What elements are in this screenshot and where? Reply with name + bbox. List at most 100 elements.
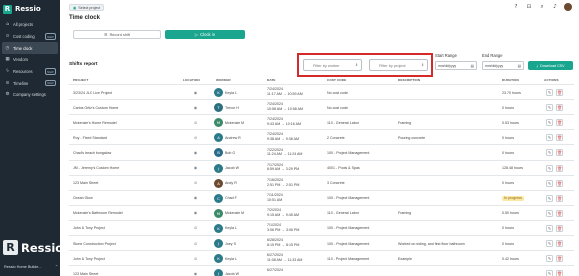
shift-date-times: 9:38 AM → 9:38 AM	[267, 137, 299, 142]
project-name: 123 Main Street	[73, 181, 99, 186]
ressio-footer-logo-icon: R	[3, 240, 18, 255]
project-select-icon: ▣	[73, 5, 77, 10]
column-header-description: DESCRIPTION	[398, 78, 421, 82]
edit-icon[interactable]: ✎	[546, 224, 553, 232]
sidebar-item-vendors[interactable]: ▦ Vendors	[2, 54, 58, 66]
shift-duration: 0 hours	[502, 150, 514, 155]
cost-code: 100 - Project Management	[327, 196, 370, 201]
bookmark-icon[interactable]: ⊡	[525, 3, 533, 11]
sidebar-item-all-projects[interactable]: ⌂ All projects	[2, 19, 58, 31]
row-actions: ✎ 🗑	[546, 134, 563, 142]
record-shift-button[interactable]: ☰ Record shift	[73, 30, 161, 39]
edit-icon[interactable]: ✎	[546, 255, 553, 263]
delete-icon[interactable]: 🗑	[556, 134, 563, 142]
location-pin-icon: ◉	[193, 104, 198, 110]
table-row[interactable]: Stone Construction Project ⊘ J Joey S 6/28/2…	[69, 235, 574, 250]
table-row[interactable]: 123 Main Street ◉ J Jacob W 6/27/2024 ✎ 🗑	[69, 265, 574, 276]
project-name: JM - Jeremy's Custom Home	[73, 166, 120, 170]
worker-name: Andy R	[225, 181, 237, 186]
row-actions: ✎ 🗑	[546, 194, 563, 202]
delete-icon[interactable]: 🗑	[556, 149, 563, 157]
sidebar-item-resources[interactable]: ϟ Resources NEW	[2, 66, 58, 78]
location-pin-icon: ◉	[193, 89, 198, 95]
worker-name: Trevor H	[225, 105, 239, 110]
table-row[interactable]: 3/23/24 JLC Live Project ◉ K Keyla L 7/24/20…	[69, 84, 574, 99]
table-row[interactable]: 123 Main Street ⊘ A Andy R 7/16/2024 2:51 PM …	[69, 174, 574, 190]
new-badge: NEW	[44, 33, 56, 40]
sidebar: R Ressio ⌂ All projects ¤ Cost coding NEW ◷ Ti…	[0, 0, 63, 276]
sidebar-item-label: Time clock	[13, 45, 33, 51]
search-icon[interactable]: ⌕	[538, 3, 546, 11]
project-name: 3/23/24 JLC Live Project	[73, 90, 113, 95]
shift-duration: 23.70 hours	[502, 90, 521, 95]
company-switcher[interactable]: Ressio Home Builde... ⌃	[4, 264, 58, 270]
delete-icon[interactable]: 🗑	[556, 104, 563, 112]
start-date-input[interactable]: mm/dd/yyyy ▤	[435, 61, 477, 70]
edit-icon[interactable]: ✎	[546, 104, 553, 112]
edit-icon[interactable]: ✎	[546, 209, 553, 217]
edit-icon[interactable]: ✎	[546, 164, 553, 172]
project-name: Carlos Ortiz's Custom Home	[73, 105, 119, 110]
edit-icon[interactable]: ✎	[546, 89, 553, 96]
edit-icon[interactable]: ✎	[546, 194, 553, 202]
table-row[interactable]: John & Tony Project ⊘ K Keyla L 7/1/2024 3:06…	[69, 219, 574, 235]
delete-icon[interactable]: 🗑	[556, 164, 563, 172]
delete-icon[interactable]: 🗑	[556, 224, 563, 232]
delete-icon[interactable]: 🗑	[556, 119, 563, 127]
edit-icon[interactable]: ✎	[546, 149, 553, 157]
clock-in-button[interactable]: ▷ Clock in	[165, 30, 245, 39]
worker-cell: J Jacob W	[214, 269, 239, 276]
shift-date-times: 10:51 AM	[267, 197, 283, 202]
avatar: C	[214, 193, 223, 203]
worker-cell: K Keyla L	[214, 88, 237, 97]
table-row[interactable]: Carlos Ortiz's Custom Home ◉ T Trevor H 7/24…	[69, 99, 574, 114]
sidebar-item-timeline[interactable]: ≡ Timeline NEW	[2, 77, 58, 89]
shift-date-times: 3:06 PM → 3:06 PM	[267, 227, 300, 232]
cost-code: No cost code	[327, 105, 348, 110]
edit-icon[interactable]: ✎	[546, 134, 553, 142]
sidebar-item-cost-coding[interactable]: ¤ Cost coding NEW	[2, 31, 58, 43]
table-row[interactable]: Mckenzie's Home Remodel ⊘ M Mckenzie M 7/24/…	[69, 114, 574, 129]
edit-icon[interactable]: ✎	[546, 119, 553, 127]
download-csv-button[interactable]: ⤓ Download CSV	[528, 61, 573, 70]
table-row[interactable]: Ocean Glow ◉ C Chad F 7/11/2024 10:51 AM 100 -…	[69, 189, 574, 205]
end-date-input[interactable]: mm/dd/yyyy ▤	[482, 61, 524, 70]
bell-icon[interactable]: ♪	[551, 3, 559, 11]
table-row[interactable]: Roy - Fixed Standard ⊘ A Andrew R 7/24/2024 9…	[69, 129, 574, 144]
sidebar-item-company-settings[interactable]: ⚙ Company settings	[2, 89, 58, 101]
avatar: K	[214, 254, 223, 264]
table-row[interactable]: JM - Jeremy's Custom Home ◉ J Jacob W 7/17/2…	[69, 159, 574, 175]
worker-name: Keyla L	[225, 226, 237, 231]
calendar-icon: ▤	[517, 63, 521, 68]
column-header-project: PROJECT	[73, 78, 89, 82]
delete-icon[interactable]: 🗑	[556, 179, 563, 187]
row-actions: ✎ 🗑	[546, 149, 563, 157]
delete-icon[interactable]: 🗑	[556, 240, 563, 247]
sidebar-item-label: Cost coding	[13, 34, 35, 40]
help-icon[interactable]: ?	[512, 3, 520, 11]
shifts-report-title: Shifts report	[69, 62, 98, 67]
table-row[interactable]: John & Tony Project ⊘ K Keyla L 6/27/2024 11:…	[69, 250, 574, 265]
delete-icon[interactable]: 🗑	[556, 209, 563, 217]
avatar[interactable]	[564, 3, 572, 11]
shift-date: 7/22/2024 11:24 AM → 11:24 AM	[267, 148, 302, 158]
company-name: Ressio Home Builde...	[4, 264, 42, 269]
project-select[interactable]: ▣ Select project	[69, 4, 105, 11]
shift-duration: 0.50 hours	[502, 211, 519, 216]
edit-icon[interactable]: ✎	[546, 179, 553, 187]
table-row[interactable]: Chad's beach bungalow ◉ B Bob G 7/22/2024 11:…	[69, 144, 574, 159]
edit-icon[interactable]: ✎	[546, 270, 553, 276]
delete-icon[interactable]: 🗑	[556, 255, 563, 263]
edit-icon[interactable]: ✎	[546, 240, 553, 247]
worker-name: Mckenzie M	[225, 120, 245, 125]
sidebar-item-time-clock[interactable]: ◷ Time clock	[2, 42, 58, 55]
brand[interactable]: R Ressio	[3, 3, 41, 15]
delete-icon[interactable]: 🗑	[556, 270, 563, 276]
shift-date: 6/28/2024 8:15 PM → 8:15 PM	[267, 238, 299, 248]
delete-icon[interactable]: 🗑	[556, 89, 563, 96]
cost-code: 100 - Project Management	[327, 226, 370, 231]
filter-highlight-box	[297, 53, 433, 77]
delete-icon[interactable]: 🗑	[556, 194, 563, 202]
table-row[interactable]: Mckenzie's Bathroom Remodel ◉ M Mckenzie M 7…	[69, 204, 574, 220]
row-actions: ✎ 🗑	[546, 104, 563, 112]
